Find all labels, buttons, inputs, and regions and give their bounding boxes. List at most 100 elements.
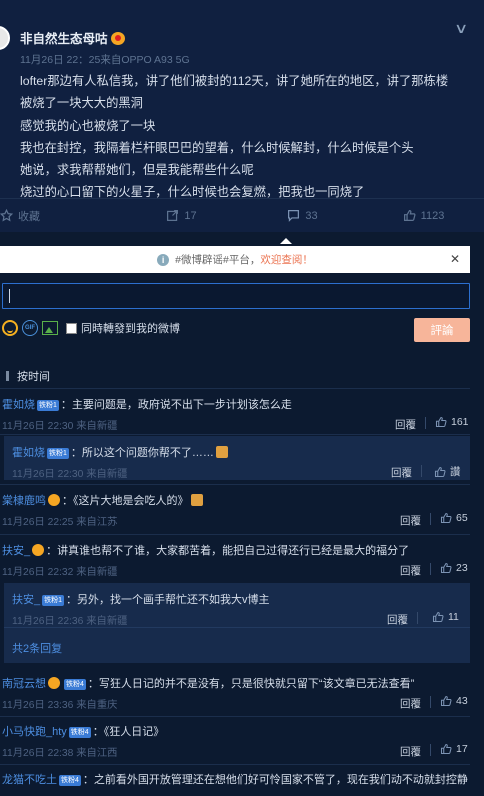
fan-badge: 铁粉4 — [64, 679, 86, 690]
post-author[interactable]: 非自然生态母咕 — [20, 28, 125, 47]
divider — [0, 716, 470, 717]
repost-icon — [167, 210, 179, 221]
comment-line: 扶安_ ：讲真谁也帮不了谁，大家都苦着，能把自己过得还行已经是最大的福分了 — [2, 542, 409, 558]
fan-badge: 铁粉1 — [37, 400, 59, 411]
post-line: lofter那边有人私信我，讲了他们被封的112天，讲了她所在的地区，讲了那栋楼 — [20, 74, 449, 88]
commenter-name[interactable]: 霍如烧 — [12, 447, 45, 459]
comment-button[interactable]: 33 — [242, 199, 363, 232]
comment-line: 霍如烧 铁粉1 ：所以这个问题你帮不了…… — [12, 444, 228, 460]
comment-text: ：主要问题是，政府说不出下一步计划该怎么走 — [60, 399, 292, 411]
submit-comment-button[interactable]: 評論 — [414, 318, 470, 342]
reply-button[interactable]: 回覆 — [400, 513, 421, 528]
fan-badge: 铁粉4 — [68, 727, 91, 738]
weibo-post: 非自然生态母咕 ∨ 11月26日 22：25来自OPPO A93 5G loft… — [0, 0, 484, 232]
fan-badge: 铁粉1 — [42, 595, 65, 606]
action-separator — [421, 465, 422, 477]
comment-line: 扶安_ 铁粉1 ：另外，找一个画手帮忙还不如我大v博主 — [12, 591, 270, 607]
reply-button[interactable]: 回覆 — [387, 612, 408, 627]
comment-item: 小马快跑_hty 铁粉4 ：《狂人日记》 11月26日 22:38 来自江西 回覆 … — [0, 723, 476, 759]
comment-like-button[interactable]: 讚 — [434, 464, 461, 479]
commenter-name[interactable]: 扶安_ — [2, 545, 30, 557]
comment-line: 小马快跑_hty 铁粉4 ：《狂人日记》 — [2, 723, 164, 739]
comment-like-button[interactable]: 17 — [440, 743, 468, 755]
commenter-name[interactable]: 棠棣鹿鸣 — [2, 495, 46, 507]
comment-like-button[interactable]: 65 — [440, 512, 468, 524]
comment-like-count: 11 — [448, 611, 459, 623]
favorite-button[interactable]: 收藏 — [0, 199, 121, 232]
popover-caret — [280, 238, 292, 244]
comment-icon — [288, 210, 300, 222]
thumbs-up-icon — [434, 466, 446, 477]
comment-like-button[interactable]: 43 — [440, 695, 468, 707]
comment-time: 11月26日 22:36 来自新疆 — [12, 616, 128, 627]
comment-line: 南冠云想 铁粉4 ：写狂人日记的并不是没有，只是很快就只留下“该文章已无法查看” — [2, 675, 414, 691]
star-icon — [0, 209, 13, 222]
comment-time: 11月26日 22:25 来自江苏 — [2, 517, 118, 528]
sort-divider — [6, 371, 9, 381]
comment-like-button[interactable]: 23 — [440, 562, 468, 574]
reply-button[interactable]: 回覆 — [400, 563, 421, 578]
thumbs-up-icon — [435, 416, 447, 428]
notice-link[interactable]: 欢迎查阅！ — [260, 252, 313, 267]
commenter-name[interactable]: 扶安_ — [12, 594, 40, 606]
reply-block: 霍如烧 铁粉1 ：所以这个问题你帮不了…… 11月26日 22:30 来自新疆 回覆… — [4, 436, 470, 480]
comment-text: ：《狂人日记》 — [92, 726, 165, 738]
post-line: 感觉我的心也被烧了一块 — [20, 118, 156, 133]
comment-like-count: 17 — [456, 743, 468, 755]
post-meta: 11月26日 22：25来自OPPO A93 5G — [20, 54, 190, 66]
reply-button[interactable]: 回覆 — [395, 417, 416, 432]
reply-button[interactable]: 回覆 — [400, 744, 421, 759]
repost-checkbox-label: 同時轉發到我的微博 — [81, 323, 180, 335]
author-avatar[interactable] — [0, 26, 10, 50]
commenter-name[interactable]: 小马快跑_hty — [2, 726, 67, 738]
like-button[interactable]: 1123 — [363, 199, 484, 232]
post-line: 被烧了一块大大的黑洞 — [20, 96, 143, 111]
repost-button[interactable]: 17 — [121, 199, 242, 232]
comment-like-button[interactable]: 11 — [432, 611, 459, 623]
commenter-name[interactable]: 南冠云想 — [2, 678, 46, 690]
emoji-icon[interactable] — [2, 320, 18, 336]
comment-time: 11月26日 22:30 来自新疆 — [12, 469, 128, 480]
fire-badge-icon — [48, 677, 60, 689]
action-separator — [430, 513, 431, 525]
comment-input[interactable] — [2, 283, 470, 309]
comment-item: 南冠云想 铁粉4 ：写狂人日记的并不是没有，只是很快就只留下“该文章已无法查看” 1… — [0, 675, 476, 711]
comment-time: 11月26日 22:32 来自新疆 — [2, 567, 118, 578]
repost-checkbox[interactable] — [66, 322, 77, 334]
commenter-name[interactable]: 龙猫不吃土 — [2, 774, 57, 786]
comment-line: 棠棣鹿鸣 ：《这片大地是会吃人的》 — [2, 492, 203, 508]
comment-time: 11月26日 23:36 来自重庆 — [2, 700, 118, 711]
gif-icon[interactable]: GIF — [22, 320, 38, 336]
close-icon[interactable]: ✕ — [450, 252, 460, 266]
fire-badge-icon — [32, 544, 45, 556]
chevron-down-icon[interactable]: ∨ — [454, 20, 468, 37]
reply-button[interactable]: 回覆 — [400, 696, 421, 711]
action-separator — [430, 744, 431, 756]
comment-text: ：所以这个问题你帮不了…… — [70, 447, 214, 459]
reply-button[interactable]: 回覆 — [391, 465, 412, 480]
image-icon[interactable] — [42, 321, 58, 335]
composer-toolbar: GIF 同時轉發到我的微博 — [2, 318, 180, 338]
show-more-replies-link[interactable]: 共2条回复 — [12, 640, 62, 656]
divider — [0, 484, 470, 485]
comment-line: 霍如烧 铁粉1 ：主要问题是，政府说不出下一步计划该怎么走 — [2, 396, 292, 412]
commenter-name[interactable]: 霍如烧 — [2, 399, 35, 411]
comment-time: 11月26日 22:30 来自新疆 — [2, 421, 118, 432]
text-cursor — [9, 289, 10, 303]
fan-badge: 铁粉1 — [47, 448, 69, 459]
comment-like-count: 23 — [456, 562, 468, 574]
sort-by-time[interactable]: 按时间 — [0, 368, 50, 384]
comment-like-button[interactable]: 161 — [435, 416, 469, 428]
fan-badge: 铁粉4 — [59, 775, 81, 786]
action-separator — [430, 563, 431, 575]
notice-text: #微博辟谣#平台， — [175, 254, 261, 266]
thumbs-up-icon — [440, 695, 452, 707]
thumbs-up-icon — [403, 210, 416, 221]
divider — [0, 388, 470, 389]
fire-badge-icon — [48, 494, 60, 506]
comment-text: ：之前看外国开放管理还在想他们好可怜国家不管了，现在我们动不动就封控静 — [82, 774, 468, 786]
comment-like-count: 161 — [451, 416, 469, 428]
author-name[interactable]: 非自然生态母咕 — [20, 32, 108, 46]
comment-like-count: 65 — [456, 512, 468, 524]
comment-like-count: 43 — [456, 695, 468, 707]
